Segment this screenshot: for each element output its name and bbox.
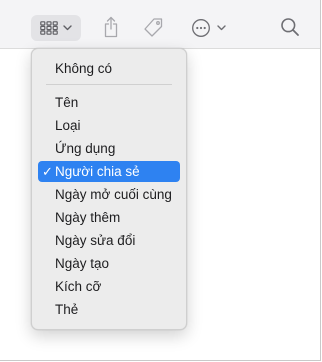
tag-icon <box>144 18 163 37</box>
share-icon <box>104 16 118 38</box>
menu-item-label: Loại <box>55 118 81 133</box>
menu-item-label: Người chia sẻ <box>55 164 140 179</box>
group-by-menu: Không có Tên Loại Ứng dụng ✓ Người chia … <box>31 48 187 330</box>
checkmark-icon: ✓ <box>42 164 53 179</box>
menu-item-label: Tên <box>55 95 79 110</box>
action-button[interactable] <box>186 15 230 41</box>
chevron-down-icon <box>63 25 72 31</box>
menu-item-date-modified[interactable]: Ngày sửa đổi <box>38 230 180 251</box>
search-icon <box>281 18 299 36</box>
search-button[interactable] <box>278 15 302 39</box>
menu-item-kind[interactable]: Loại <box>38 115 180 136</box>
toolbar <box>0 0 320 49</box>
menu-item-label: Ngày mở cuối cùng <box>55 187 172 202</box>
tag-button[interactable] <box>140 15 166 41</box>
grid-icon <box>40 21 58 35</box>
menu-item-label: Ngày sửa đổi <box>55 233 136 248</box>
menu-item-application[interactable]: Ứng dụng <box>38 138 180 159</box>
menu-separator <box>46 84 172 85</box>
menu-item-label: Ngày thêm <box>55 210 121 225</box>
menu-item-label: Ứng dụng <box>55 141 116 156</box>
menu-item-shared-by[interactable]: ✓ Người chia sẻ <box>38 161 180 182</box>
menu-item-date-added[interactable]: Ngày thêm <box>38 207 180 228</box>
menu-item-label: Ngày tạo <box>55 256 110 271</box>
menu-item-none[interactable]: Không có <box>38 58 180 79</box>
menu-item-label: Kích cỡ <box>55 279 102 294</box>
share-button[interactable] <box>99 13 123 41</box>
ellipsis-circle-icon <box>191 19 210 37</box>
menu-item-size[interactable]: Kích cỡ <box>38 276 180 297</box>
menu-item-label: Không có <box>55 61 113 76</box>
chevron-down-icon <box>216 25 226 31</box>
group-by-button[interactable] <box>31 15 81 41</box>
menu-item-date-created[interactable]: Ngày tạo <box>38 253 180 274</box>
menu-item-label: Thẻ <box>55 302 79 317</box>
menu-item-tags[interactable]: Thẻ <box>38 299 180 320</box>
menu-item-date-last-opened[interactable]: Ngày mở cuối cùng <box>38 184 180 205</box>
menu-item-name[interactable]: Tên <box>38 92 180 113</box>
